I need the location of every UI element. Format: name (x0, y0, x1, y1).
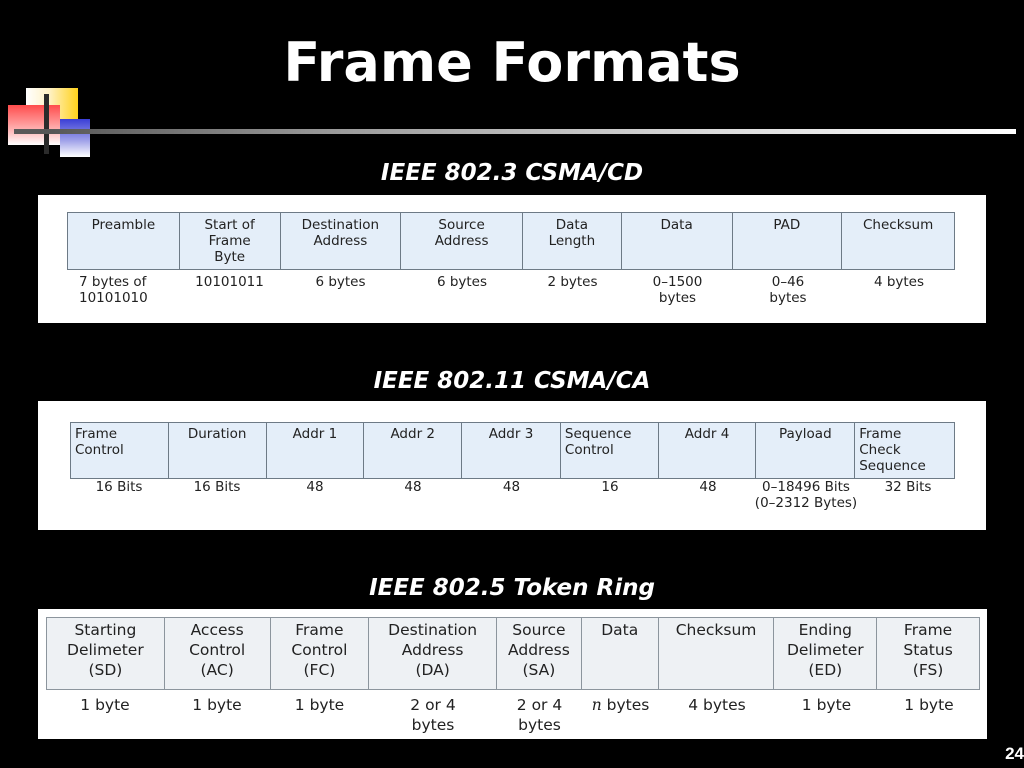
logo-blue-square (60, 119, 90, 157)
title-divider (40, 129, 1016, 134)
field-size: 4 bytes (873, 274, 925, 290)
field-cell: Sequence Control (561, 423, 659, 478)
field-size: 1 byte (801, 696, 852, 714)
field-size: 48 (404, 479, 422, 495)
field-cell: Destination Address (281, 213, 402, 269)
logo-red-square (8, 105, 60, 145)
field-size: 16 Bits (95, 479, 143, 495)
field-cell: Ending Delimeter (ED) (774, 618, 878, 689)
field-cell: Addr 4 (659, 423, 757, 478)
field-cell: Addr 2 (364, 423, 463, 478)
field-cell: Data (622, 213, 733, 269)
section-heading-8025: IEEE 802.5 Token Ring (369, 575, 655, 601)
field-size: 48 (699, 479, 717, 495)
field-cell: Source Address (401, 213, 523, 269)
field-cell: Duration (169, 423, 267, 478)
frame-header-row: Frame Control Duration Addr 1 Addr 2 Add… (70, 422, 955, 479)
field-size: 1 byte (294, 696, 345, 714)
field-size: 1 byte (80, 696, 130, 714)
logo-vertical-bar (44, 94, 49, 154)
field-size: 1 byte (904, 696, 954, 714)
field-cell: Source Address (SA) (497, 618, 582, 689)
field-size: 2 bytes (547, 274, 598, 290)
field-size: 32 Bits (884, 479, 932, 495)
field-size: 2 or 4 bytes (410, 696, 456, 734)
field-size: 7 bytes of 10101010 (79, 274, 148, 306)
field-size-unit: bytes (601, 696, 650, 714)
field-cell: Checksum (659, 618, 775, 689)
frame-header-row: Starting Delimeter (SD) Access Control (… (46, 617, 980, 690)
field-size: 0–46 bytes (769, 274, 807, 306)
frame-size-row: 16 Bits 16 Bits 48 48 48 16 48 0–18496 B… (70, 479, 955, 511)
field-size-variable: n (591, 696, 602, 714)
field-cell: Starting Delimeter (SD) (47, 618, 165, 689)
field-size: 6 bytes (436, 274, 488, 290)
field-size: 10101011 (195, 274, 264, 290)
field-cell: Checksum (862, 217, 934, 233)
field-cell: Addr 3 (462, 423, 561, 478)
field-cell: Data (582, 618, 659, 689)
field-size: 0–1500 bytes (652, 274, 703, 306)
field-size: 48 (502, 479, 521, 495)
field-size: n bytes (582, 695, 659, 735)
slide-title: Frame Formats (283, 31, 741, 94)
field-cell: Frame Control (FC) (271, 618, 370, 689)
field-size: 1 byte (192, 696, 242, 714)
frame-header-row: Preamble Start of Frame Byte Destination… (67, 212, 955, 270)
frame-size-row: 1 byte 1 byte 1 byte 2 or 4 bytes 2 or 4… (46, 695, 980, 735)
field-size: 6 bytes (315, 274, 366, 290)
field-cell: PAD (733, 213, 843, 269)
field-cell: Preamble (68, 213, 180, 269)
field-cell: Frame Check Sequence (859, 426, 926, 474)
field-size: 2 or 4 bytes (516, 696, 563, 734)
frame-panel-8025: Starting Delimeter (SD) Access Control (… (38, 609, 987, 739)
field-size: 4 bytes (688, 696, 746, 714)
frame-panel-8023: Preamble Start of Frame Byte Destination… (38, 195, 986, 323)
field-cell: Access Control (AC) (165, 618, 271, 689)
field-cell: Start of Frame Byte (180, 213, 281, 269)
field-size: 16 Bits (193, 479, 241, 495)
field-cell: Destination Address (DA) (369, 618, 498, 689)
field-size: 0–18496 Bits (0–2312 Bytes) (754, 479, 858, 511)
field-cell: Data Length (523, 213, 622, 269)
field-size: 16 (601, 479, 619, 495)
section-heading-80211: IEEE 802.11 CSMA/CA (373, 368, 651, 394)
field-cell: Frame Status (FS) (903, 621, 953, 679)
field-size: 48 (306, 479, 324, 495)
page-number: 24 (1005, 744, 1024, 763)
frame-size-row: 7 bytes of 10101010 10101011 6 bytes 6 b… (67, 274, 955, 306)
field-cell: Addr 1 (267, 423, 365, 478)
field-cell: Payload (756, 423, 856, 478)
frame-panel-80211: Frame Control Duration Addr 1 Addr 2 Add… (38, 401, 986, 530)
section-heading-8023: IEEE 802.3 CSMA/CD (380, 160, 644, 186)
field-cell: Frame Control (71, 423, 169, 478)
